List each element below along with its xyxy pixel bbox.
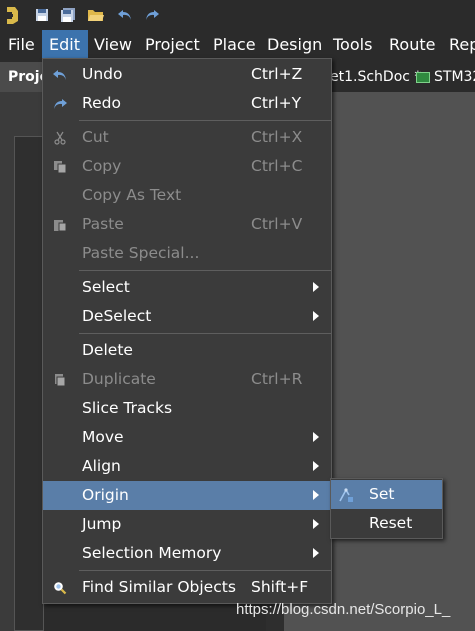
menu-item-copy[interactable]: Copy Ctrl+C	[43, 152, 331, 181]
menu-item-align[interactable]: Align	[43, 452, 331, 481]
submenu-item-reset[interactable]: Reset	[331, 509, 442, 538]
submenu-arrow-icon	[313, 490, 319, 500]
edit-menu-dropdown: Undo Ctrl+Z Redo Ctrl+Y Cut Ctrl+X Copy …	[42, 58, 332, 604]
submenu-item-set[interactable]: Set	[331, 480, 442, 509]
tab-schdoc[interactable]: et1.SchDoc *	[330, 62, 421, 92]
menu-view[interactable]: View	[94, 30, 132, 60]
menu-item-select[interactable]: Select	[43, 273, 331, 302]
submenu-arrow-icon	[313, 461, 319, 471]
menu-item-label: Origin	[82, 486, 129, 504]
menu-separator	[79, 570, 331, 571]
tab-stm32[interactable]: STM32	[416, 62, 475, 92]
menu-item-label: Move	[82, 428, 124, 446]
menu-item-label: Paste Special...	[82, 244, 200, 262]
save-icon[interactable]	[32, 5, 52, 25]
menu-item-paste-special[interactable]: Paste Special...	[43, 239, 331, 268]
project-tree[interactable]	[14, 136, 44, 631]
menu-item-selection-memory[interactable]: Selection Memory	[43, 539, 331, 568]
menu-reports[interactable]: Rep	[449, 30, 475, 60]
menu-item-label: DeSelect	[82, 307, 152, 325]
submenu-arrow-icon	[313, 519, 319, 529]
menu-item-label: Slice Tracks	[82, 399, 173, 417]
menu-item-move[interactable]: Move	[43, 423, 331, 452]
menu-item-label: Paste	[82, 215, 124, 233]
menu-item-deselect[interactable]: DeSelect	[43, 302, 331, 331]
menu-item-paste[interactable]: Paste Ctrl+V	[43, 210, 331, 239]
menu-item-label: Copy	[82, 157, 122, 175]
redo-icon[interactable]	[142, 5, 162, 25]
copy-icon	[51, 158, 69, 176]
menu-item-label: Select	[82, 278, 130, 296]
submenu-arrow-icon	[313, 282, 319, 292]
menu-item-label: Delete	[82, 341, 133, 359]
menu-item-shortcut: Ctrl+Z	[251, 65, 303, 83]
menu-item-label: Align	[82, 457, 121, 475]
scissors-icon	[51, 129, 69, 147]
document-tabs: et1.SchDoc * STM32	[330, 62, 475, 92]
pcb-doc-icon	[416, 71, 430, 83]
menu-item-label: Jump	[82, 515, 122, 533]
menu-item-origin[interactable]: Origin	[43, 481, 331, 510]
find-similar-icon	[51, 579, 69, 597]
menu-separator	[79, 270, 331, 271]
submenu-arrow-icon	[313, 311, 319, 321]
menu-edit[interactable]: Edit	[42, 30, 88, 60]
menu-item-label: Cut	[82, 128, 109, 146]
origin-submenu: Set Reset	[330, 478, 443, 539]
menu-item-duplicate[interactable]: Duplicate Ctrl+R	[43, 365, 331, 394]
menu-item-delete[interactable]: Delete	[43, 336, 331, 365]
menu-item-cut[interactable]: Cut Ctrl+X	[43, 123, 331, 152]
redo-icon	[51, 95, 69, 113]
menu-item-shortcut: Ctrl+V	[251, 215, 303, 233]
panel-tab-projects[interactable]: Proje	[0, 62, 44, 92]
menu-item-find-similar-objects[interactable]: Find Similar Objects Shift+F	[43, 573, 331, 602]
menu-item-label: Copy As Text	[82, 186, 182, 204]
menu-item-label: Find Similar Objects	[82, 578, 236, 596]
menu-item-label: Selection Memory	[82, 544, 222, 562]
menu-item-slice-tracks[interactable]: Slice Tracks	[43, 394, 331, 423]
save-all-icon[interactable]	[58, 5, 78, 25]
menu-item-label: Redo	[82, 94, 121, 112]
menu-project[interactable]: Project	[145, 30, 200, 60]
menu-place[interactable]: Place	[213, 30, 256, 60]
menu-item-copy-as-text[interactable]: Copy As Text	[43, 181, 331, 210]
menu-separator	[79, 333, 331, 334]
submenu-arrow-icon	[313, 432, 319, 442]
duplicate-icon	[51, 371, 69, 389]
watermark: https://blog.csdn.net/Scorpio_L_	[236, 601, 451, 618]
menu-item-shortcut: Ctrl+Y	[251, 94, 302, 112]
menu-tools[interactable]: Tools	[333, 30, 372, 60]
open-folder-icon[interactable]	[86, 5, 106, 25]
app-logo-icon	[2, 5, 22, 25]
menu-item-redo[interactable]: Redo Ctrl+Y	[43, 89, 331, 118]
menu-item-shortcut: Shift+F	[251, 578, 309, 596]
menu-item-jump[interactable]: Jump	[43, 510, 331, 539]
set-origin-icon	[337, 486, 355, 504]
undo-icon	[51, 66, 69, 84]
menu-bar: File Edit View Project Place Design Tool…	[0, 30, 475, 60]
undo-icon[interactable]	[115, 5, 135, 25]
menu-separator	[79, 120, 331, 121]
menu-design[interactable]: Design	[267, 30, 322, 60]
submenu-item-label: Reset	[369, 514, 413, 532]
menu-item-shortcut: Ctrl+C	[251, 157, 303, 175]
submenu-item-label: Set	[369, 485, 395, 503]
submenu-arrow-icon	[313, 548, 319, 558]
tab-stm32-label: STM32	[434, 69, 475, 85]
menu-item-undo[interactable]: Undo Ctrl+Z	[43, 60, 331, 89]
paste-icon	[51, 216, 69, 234]
quick-access-toolbar	[0, 0, 475, 30]
menu-route[interactable]: Route	[389, 30, 435, 60]
menu-item-label: Duplicate	[82, 370, 156, 388]
menu-item-label: Undo	[82, 65, 123, 83]
menu-file[interactable]: File	[8, 30, 35, 60]
menu-item-shortcut: Ctrl+R	[251, 370, 303, 388]
menu-item-shortcut: Ctrl+X	[251, 128, 303, 146]
